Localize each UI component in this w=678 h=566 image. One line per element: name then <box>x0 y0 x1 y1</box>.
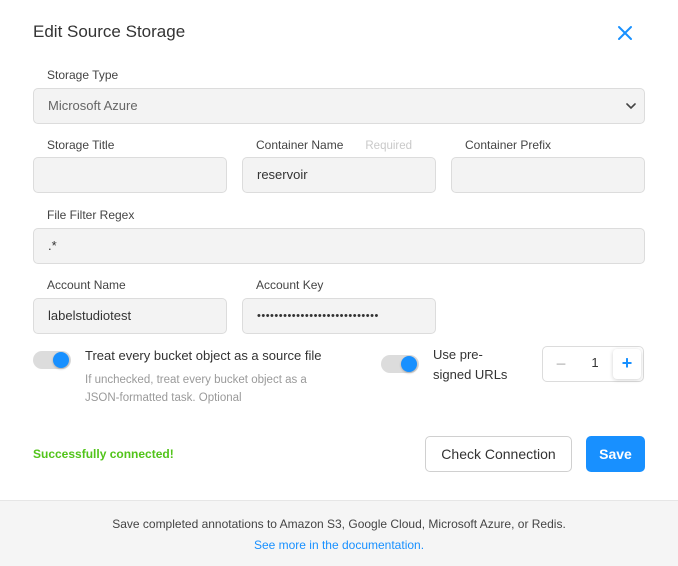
presigned-urls-label-line2: signed URLs <box>433 367 508 382</box>
connection-status: Successfully connected! <box>33 447 174 461</box>
container-name-label: Container Name Required <box>256 138 412 152</box>
treat-as-source-hint-line1: If unchecked, treat every bucket object … <box>85 374 307 386</box>
toggle-knob <box>53 352 69 368</box>
expiration-stepper: − 1 + <box>542 346 644 382</box>
close-icon <box>618 26 632 40</box>
close-button[interactable] <box>612 20 638 46</box>
treat-as-source-label: Treat every bucket object as a source fi… <box>85 348 322 363</box>
footer-text: Save completed annotations to Amazon S3,… <box>112 517 566 531</box>
container-prefix-input[interactable] <box>451 157 645 193</box>
footer-link-row: See more in the documentation. <box>0 538 678 552</box>
stepper-value[interactable]: 1 <box>583 355 607 370</box>
footer-link-suffix: . <box>420 538 425 552</box>
treat-as-source-hint-line2: JSON-formatted task. Optional <box>85 392 242 404</box>
storage-type-value: Microsoft Azure <box>48 98 138 113</box>
toggle-knob <box>401 356 417 372</box>
storage-type-label: Storage Type <box>47 68 119 82</box>
account-key-input[interactable]: •••••••••••••••••••••••••••• <box>242 298 436 334</box>
storage-title-input[interactable] <box>33 157 227 193</box>
presigned-urls-toggle[interactable] <box>381 355 419 373</box>
file-filter-regex-label: File Filter Regex <box>47 208 135 222</box>
account-key-label: Account Key <box>256 278 324 292</box>
check-connection-button[interactable]: Check Connection <box>425 436 572 472</box>
presigned-urls-label-line1: Use pre- <box>433 347 483 362</box>
account-name-input[interactable]: labelstudiotest <box>33 298 227 334</box>
modal-footer: Save completed annotations to Amazon S3,… <box>0 500 678 566</box>
required-hint: Required <box>365 140 413 152</box>
edit-source-storage-modal: Edit Source Storage Storage Type Microso… <box>0 0 678 566</box>
container-name-label-text: Container Name <box>256 138 344 152</box>
storage-type-select[interactable]: Microsoft Azure <box>33 88 645 124</box>
treat-as-source-toggle[interactable] <box>33 351 71 369</box>
increment-button[interactable]: + <box>613 349 641 379</box>
modal-title: Edit Source Storage <box>33 22 186 41</box>
file-filter-regex-input[interactable]: .* <box>33 228 645 264</box>
documentation-link[interactable]: See more in the documentation <box>254 538 421 552</box>
container-name-input[interactable]: reservoir <box>242 157 436 193</box>
chevron-down-icon <box>626 103 636 110</box>
save-button[interactable]: Save <box>586 436 645 472</box>
storage-title-label: Storage Title <box>47 138 115 152</box>
container-prefix-label: Container Prefix <box>465 138 552 152</box>
account-name-label: Account Name <box>47 278 126 292</box>
decrement-button[interactable]: − <box>551 354 571 374</box>
